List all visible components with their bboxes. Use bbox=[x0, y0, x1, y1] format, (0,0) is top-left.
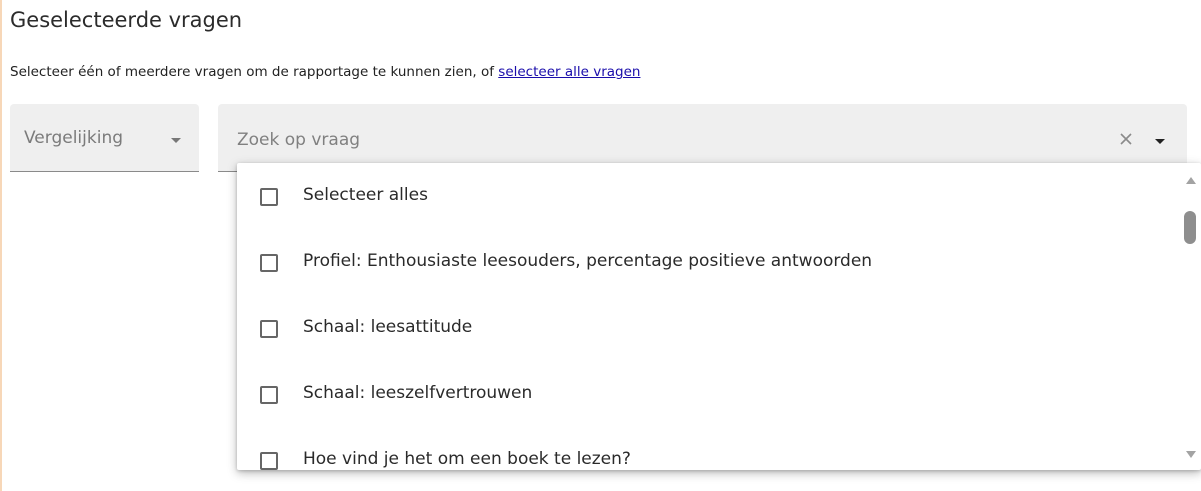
option-select-all[interactable]: Selecteer alles bbox=[237, 163, 1177, 229]
select-all-questions-link[interactable]: selecteer alle vragen bbox=[498, 64, 640, 80]
close-icon[interactable] bbox=[1115, 128, 1137, 150]
option-label: Schaal: leeszelfvertrouwen bbox=[303, 383, 533, 403]
instruction-text: Selecteer één of meerdere vragen om de r… bbox=[10, 64, 640, 80]
comparison-select[interactable]: Vergelijking bbox=[10, 104, 199, 172]
checkbox[interactable] bbox=[260, 452, 278, 470]
option-scale-reading-attitude[interactable]: Schaal: leesattitude bbox=[237, 295, 1177, 361]
option-profile-enthusiastic-readers[interactable]: Profiel: Enthousiaste leesouders, percen… bbox=[237, 229, 1177, 295]
dropdown-scrollbar[interactable] bbox=[1180, 163, 1201, 470]
checkbox[interactable] bbox=[260, 320, 278, 338]
option-label: Hoe vind je het om een boek te lezen? bbox=[303, 449, 631, 469]
page-left-accent bbox=[0, 0, 2, 491]
question-search-field[interactable] bbox=[218, 104, 1187, 172]
option-label: Selecteer alles bbox=[303, 185, 428, 205]
option-label: Schaal: leesattitude bbox=[303, 317, 473, 337]
option-label: Profiel: Enthousiaste leesouders, percen… bbox=[303, 251, 873, 271]
instruction-label: Selecteer één of meerdere vragen om de r… bbox=[10, 64, 499, 80]
chevron-down-icon bbox=[171, 138, 181, 143]
question-search-input[interactable] bbox=[237, 126, 1097, 154]
checkbox[interactable] bbox=[260, 254, 278, 272]
question-dropdown-panel: Selecteer alles Profiel: Enthousiaste le… bbox=[237, 163, 1201, 470]
scrollbar-thumb[interactable] bbox=[1184, 211, 1196, 244]
chevron-down-icon[interactable] bbox=[1155, 139, 1165, 144]
option-scale-reading-confidence[interactable]: Schaal: leeszelfvertrouwen bbox=[237, 361, 1177, 427]
option-question-reading-book[interactable]: Hoe vind je het om een boek te lezen? bbox=[237, 427, 1177, 470]
checkbox[interactable] bbox=[260, 386, 278, 404]
arrow-down-icon[interactable] bbox=[1186, 451, 1196, 458]
checkbox[interactable] bbox=[260, 188, 278, 206]
comparison-select-label: Vergelijking bbox=[24, 128, 124, 148]
section-title: Geselecteerde vragen bbox=[10, 8, 243, 32]
arrow-up-icon[interactable] bbox=[1186, 177, 1196, 184]
